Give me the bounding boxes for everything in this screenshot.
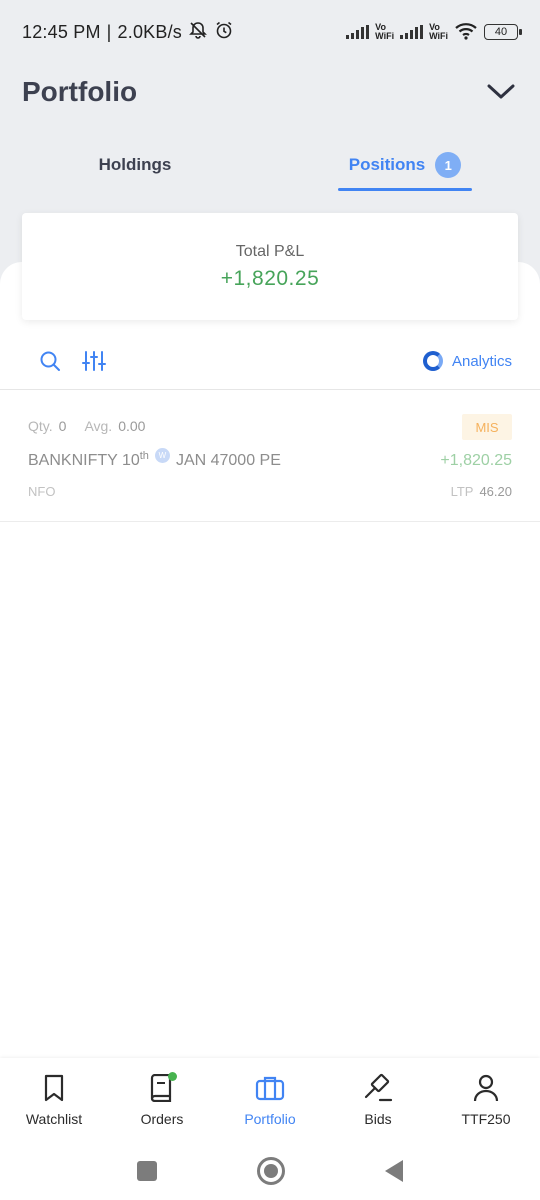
- user-icon: [471, 1073, 501, 1103]
- instrument-name: BANKNIFTY 10 th W JAN 47000 PE: [28, 448, 281, 470]
- position-qty-avg: Qty. 0 Avg. 0.00: [28, 418, 157, 434]
- nav-watchlist[interactable]: Watchlist: [0, 1058, 108, 1142]
- briefcase-icon: [255, 1073, 285, 1103]
- wifi-label: WiFi: [429, 31, 448, 41]
- bookmark-icon: [39, 1073, 69, 1103]
- status-right: Vo WiFi Vo WiFi 40: [346, 22, 522, 43]
- instrument-day-suffix: th: [139, 450, 149, 462]
- battery-icon: 40: [484, 24, 522, 40]
- chevron-down-icon[interactable]: [484, 75, 518, 109]
- book-icon: [147, 1072, 177, 1103]
- analytics-icon: [422, 351, 443, 371]
- ltp-label: LTP: [450, 484, 474, 499]
- signal-icon: [400, 25, 424, 39]
- status-speed: 2.0KB/s: [117, 21, 182, 42]
- signal-icon: [346, 25, 370, 39]
- app-header: Portfolio: [22, 70, 518, 114]
- gavel-icon: [363, 1073, 393, 1103]
- vowifi-indicator: Vo WiFi: [429, 23, 448, 41]
- avg-value: 0.00: [118, 418, 146, 434]
- status-time: 12:45 PM: [22, 21, 101, 42]
- nav-bids[interactable]: Bids: [324, 1058, 432, 1142]
- search-icon[interactable]: [38, 349, 62, 373]
- ltp: LTP 46.20: [451, 484, 512, 499]
- analytics-button[interactable]: Analytics: [422, 351, 512, 371]
- qty-value: 0: [58, 418, 67, 434]
- wifi-icon: [454, 22, 478, 43]
- wifi-label: WiFi: [375, 31, 395, 41]
- vowifi-indicator: Vo WiFi: [375, 23, 394, 41]
- orders-notification-dot: [168, 1072, 177, 1081]
- filter-sliders-icon[interactable]: [82, 349, 106, 373]
- total-pnl-card: Total P&L +1,820.25: [22, 213, 518, 320]
- nav-label: Orders: [140, 1111, 184, 1127]
- recents-button[interactable]: [137, 1161, 157, 1181]
- position-pnl: +1,820.25: [440, 452, 512, 469]
- tab-label: Positions: [348, 155, 426, 174]
- system-nav-bar: [0, 1142, 540, 1200]
- status-left: 12:45 PM | 2.0KB/s: [22, 20, 234, 45]
- analytics-label: Analytics: [451, 352, 512, 370]
- product-tag: MIS: [462, 414, 512, 440]
- weekly-expiry-badge: W: [154, 448, 170, 463]
- home-button[interactable]: [257, 1157, 285, 1185]
- tab-holdings[interactable]: Holdings: [0, 138, 270, 192]
- status-bar: 12:45 PM | 2.0KB/s Vo WiFi Vo WiFi 40: [0, 0, 540, 64]
- qty-label: Qty.: [28, 418, 53, 434]
- nav-orders[interactable]: Orders: [108, 1058, 216, 1142]
- nav-portfolio[interactable]: Portfolio: [216, 1058, 324, 1142]
- avg-label: Avg.: [84, 418, 113, 434]
- positions-count-badge: 1: [435, 152, 462, 178]
- battery-level: 40: [494, 26, 508, 38]
- back-button[interactable]: [385, 1160, 403, 1182]
- exchange-label: NFO: [28, 484, 56, 499]
- tab-positions[interactable]: Positions 1: [270, 138, 540, 192]
- positions-toolbar: Analytics: [38, 345, 512, 377]
- ltp-value: 46.20: [479, 484, 512, 499]
- status-separator: |: [106, 21, 112, 42]
- nav-label: Bids: [364, 1111, 392, 1127]
- instrument-symbol: BANKNIFTY 10: [28, 452, 140, 469]
- portfolio-tabs: Holdings Positions 1: [0, 138, 540, 192]
- nav-label: Portfolio: [244, 1111, 296, 1127]
- nav-account[interactable]: TTF250: [432, 1058, 540, 1142]
- alarm-icon: [214, 20, 234, 45]
- bottom-nav: Watchlist Orders Portfolio Bids TTF250: [0, 1058, 540, 1142]
- page-title: Portfolio: [22, 76, 138, 107]
- total-pnl-value: +1,820.25: [220, 266, 320, 290]
- nav-label: TTF250: [461, 1111, 511, 1127]
- mute-notification-icon: [188, 20, 208, 45]
- position-row[interactable]: Qty. 0 Avg. 0.00 MIS BANKNIFTY 10 th W J…: [0, 390, 540, 522]
- tab-label: Holdings: [98, 155, 172, 174]
- instrument-contract: JAN 47000 PE: [175, 452, 281, 469]
- total-pnl-label: Total P&L: [235, 242, 305, 260]
- nav-label: Watchlist: [25, 1111, 83, 1127]
